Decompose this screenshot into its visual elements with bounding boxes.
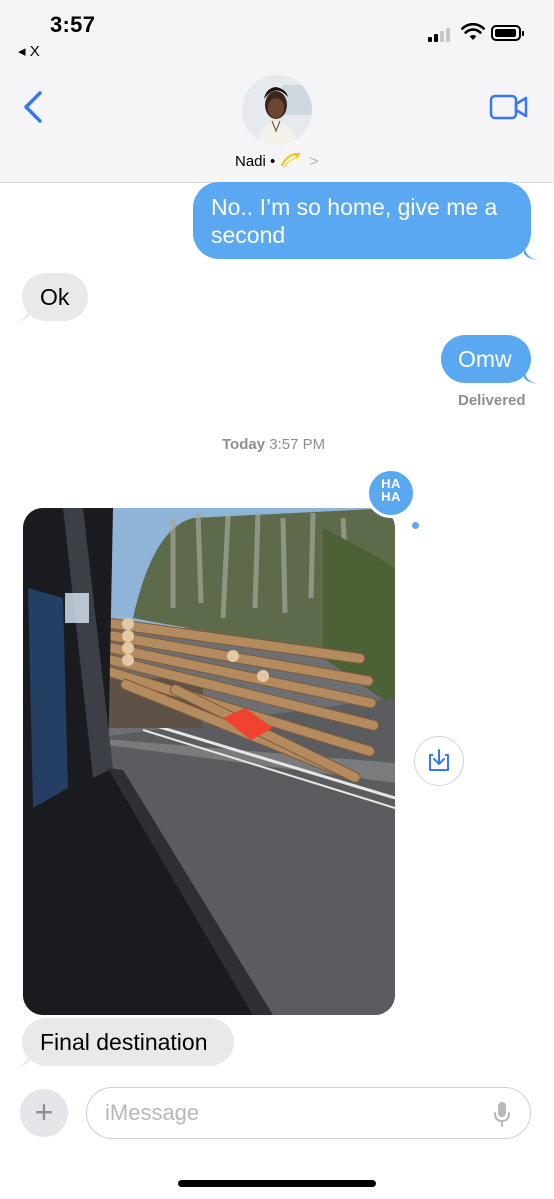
plus-icon: + <box>34 1094 54 1130</box>
contact-name-text: Nadi <box>235 153 266 170</box>
status-time: 3:57 <box>50 12 96 37</box>
back-chevron-icon[interactable] <box>22 90 44 124</box>
tapback-tail <box>412 522 419 529</box>
message-bubble-incoming[interactable]: Ok <box>22 273 88 321</box>
facetime-video-icon[interactable] <box>489 93 529 121</box>
message-bubble-outgoing[interactable]: No.. I’m so home, give me a second <box>193 182 531 259</box>
message-timestamp: Today 3:57 PM <box>222 436 325 453</box>
contact-separator: • <box>270 153 276 170</box>
apps-plus-button[interactable]: + <box>20 1089 68 1137</box>
contact-name[interactable]: Nadi • > <box>235 151 318 170</box>
imessage-input[interactable]: iMessage <box>86 1087 531 1139</box>
delivered-status: Delivered <box>458 392 526 409</box>
timestamp-time: 3:57 PM <box>269 436 326 453</box>
message-bubble-incoming[interactable]: Final destination <box>22 1018 234 1066</box>
save-image-button[interactable] <box>414 736 464 786</box>
message-bubble-outgoing[interactable]: Omw <box>441 335 531 383</box>
photo-attachment[interactable] <box>23 508 395 1015</box>
haha-tapback-icon[interactable]: HA HA <box>366 468 416 518</box>
timestamp-day: Today <box>222 436 266 453</box>
bubble-tail <box>524 246 538 260</box>
bubble-tail <box>15 308 29 322</box>
imessage-placeholder: iMessage <box>105 1100 200 1125</box>
contact-chevron-icon: > <box>309 153 319 170</box>
save-image-icon <box>429 749 449 771</box>
bubble-tail <box>15 1053 29 1067</box>
back-to-app-link[interactable]: ◂ X <box>18 42 40 60</box>
home-indicator[interactable] <box>178 1180 376 1187</box>
contact-avatar[interactable] <box>242 75 312 145</box>
battery-icon <box>491 25 524 41</box>
cellular-signal-icon <box>428 26 454 42</box>
wifi-icon <box>461 23 485 40</box>
bubble-tail <box>524 370 538 384</box>
tapback-line-2: HA <box>381 489 401 504</box>
sparkle-emoji-icon <box>281 152 301 168</box>
microphone-icon[interactable] <box>492 1100 512 1128</box>
